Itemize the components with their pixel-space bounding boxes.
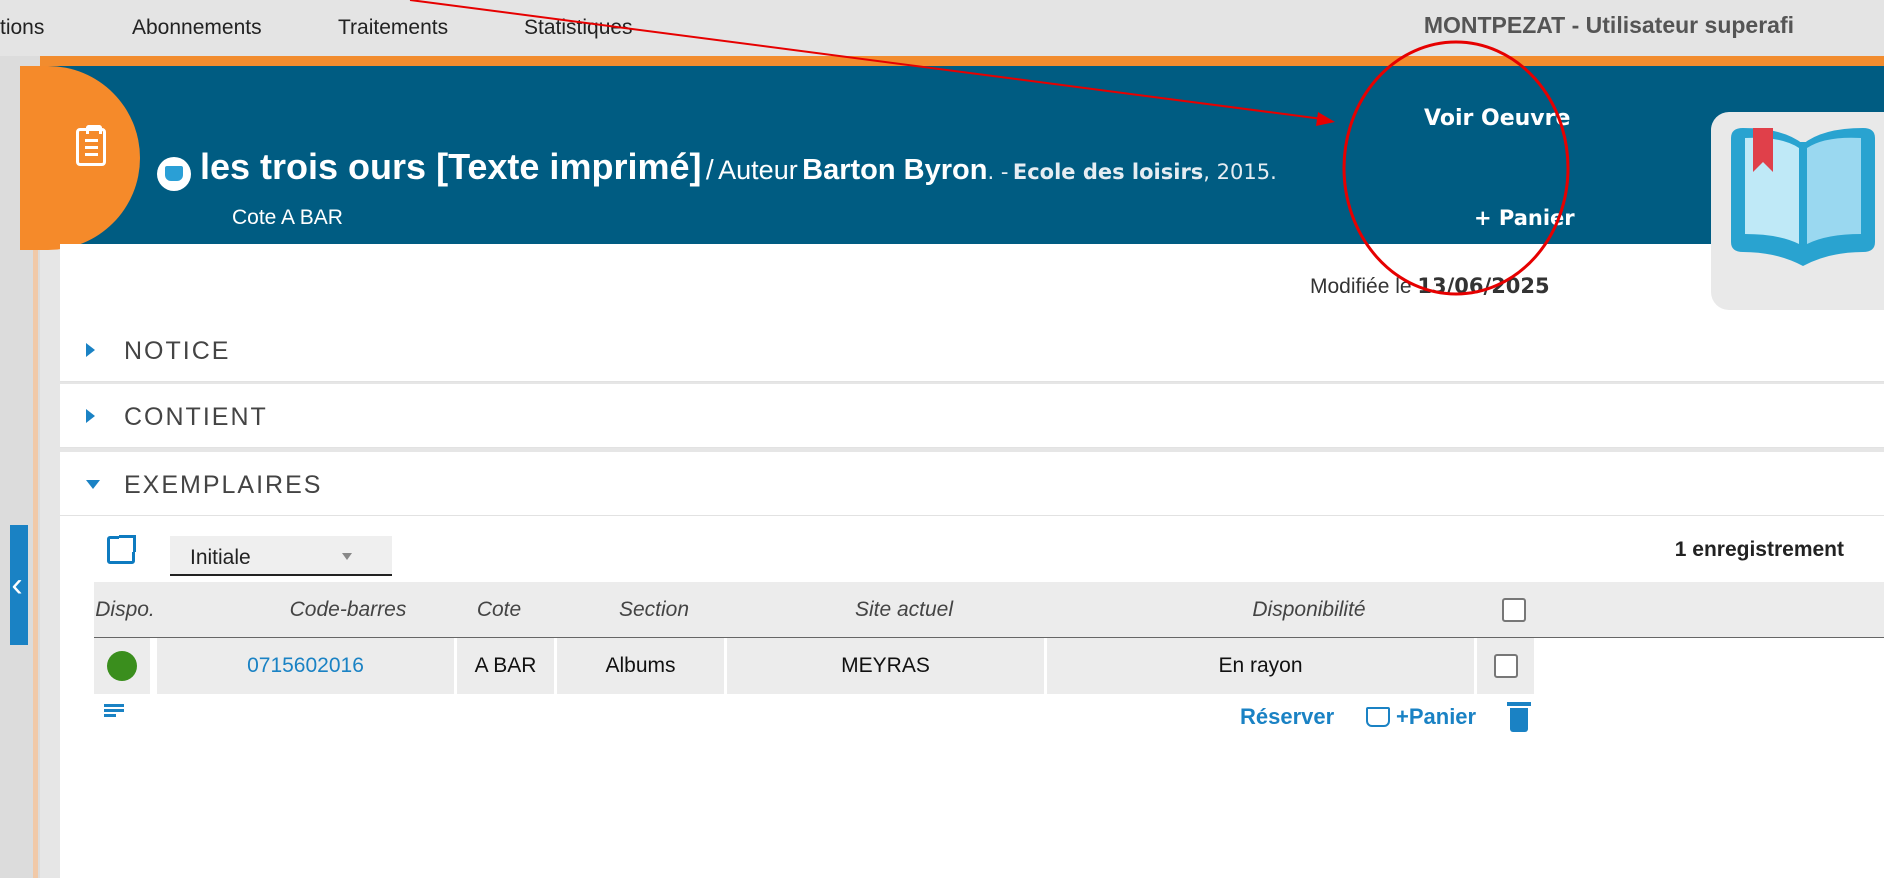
user-label[interactable]: MONTPEZAT - Utilisateur superafi (1424, 12, 1794, 39)
section-label: EXEMPLAIRES (124, 471, 323, 499)
add-to-basket-button[interactable]: +Panier (1366, 704, 1476, 730)
header-accent-line (40, 56, 1884, 66)
add-to-basket-label: +Panier (1396, 704, 1477, 729)
column-header-availability: Disponibilité (1252, 598, 1366, 621)
barcode-cell: 0715602016 (154, 638, 454, 694)
caret-right-icon (86, 409, 95, 423)
row-checkbox-cell (1474, 638, 1534, 694)
table-header: Dispo. Code-barres Cote Section Site act… (94, 582, 1884, 638)
table-row[interactable]: 0715602016 A BAR Albums MEYRAS En rayon (94, 638, 1884, 694)
view-select[interactable]: Initiale (170, 536, 392, 576)
book-type-icon (157, 157, 191, 191)
add-to-basket-link[interactable]: + Panier (1474, 206, 1575, 230)
reserve-button[interactable]: Réserver (1240, 704, 1334, 730)
publisher-prefix: . - (987, 160, 1009, 184)
chevron-down-icon (342, 553, 352, 560)
top-navigation: tions Abonnements Traitements Statistiqu… (0, 0, 1884, 56)
column-header-site: Site actuel (854, 598, 954, 621)
collapse-sidebar-button[interactable]: ‹ (10, 525, 28, 645)
nav-item-partial[interactable]: tions (0, 16, 44, 40)
barcode-link[interactable]: 0715602016 (247, 654, 364, 677)
modified-date-value: 13/06/2025 (1417, 274, 1550, 298)
site-cell: MEYRAS (724, 638, 1044, 694)
record-title-line: les trois ours [Texte imprimé] / Auteur … (200, 146, 1277, 188)
select-all-checkbox[interactable] (1502, 598, 1526, 623)
column-header-cote: Cote (476, 598, 522, 621)
voir-oeuvre-link[interactable]: Voir Oeuvre (1424, 106, 1570, 131)
export-icon[interactable] (107, 535, 136, 564)
record-author[interactable]: Barton Byron (802, 154, 987, 186)
exemplaires-table: Dispo. Code-barres Cote Section Site act… (94, 582, 1884, 694)
document-icon (76, 125, 106, 166)
trash-icon[interactable] (1507, 702, 1531, 732)
modified-date: Modifiée le 13/06/2025 (1310, 274, 1550, 299)
caret-right-icon (86, 343, 95, 357)
section-cell: Albums (554, 638, 724, 694)
modified-label: Modifiée le (1310, 275, 1412, 298)
column-header-section: Section (618, 598, 690, 621)
section-exemplaires[interactable]: EXEMPLAIRES (60, 452, 1884, 516)
basket-add-icon (1366, 707, 1390, 727)
view-select-value: Initiale (190, 546, 251, 569)
section-contient[interactable]: CONTIENT (60, 384, 1884, 448)
row-checkbox[interactable] (1493, 654, 1518, 679)
record-title[interactable]: les trois ours [Texte imprimé] (200, 146, 701, 187)
record-cote: Cote A BAR (232, 206, 343, 229)
section-notice[interactable]: NOTICE (60, 318, 1884, 382)
add-lines-icon[interactable] (104, 704, 128, 718)
dispo-cell (94, 638, 150, 694)
nav-item-statistiques[interactable]: Statistiques (524, 16, 633, 40)
title-separator: / (705, 154, 714, 185)
record-publisher[interactable]: Ecole des loisirs (1013, 160, 1203, 184)
column-header-dispo: Dispo. (95, 598, 155, 621)
nav-item-traitements[interactable]: Traitements (338, 16, 448, 40)
select-all-checkbox-cell (1494, 582, 1534, 638)
section-label: CONTIENT (124, 403, 268, 431)
section-label: NOTICE (124, 337, 231, 365)
cote-cell: A BAR (454, 638, 554, 694)
record-count: 1 enregistrement (1674, 538, 1844, 561)
table-actions: Réserver +Panier (94, 694, 1884, 732)
author-prefix: Auteur (718, 155, 798, 185)
caret-down-icon (86, 480, 100, 489)
nav-item-abonnements[interactable]: Abonnements (132, 16, 262, 40)
record-year: , 2015. (1203, 160, 1277, 184)
available-status-icon (107, 651, 137, 682)
chevron-left-icon: ‹ (11, 566, 23, 604)
book-cover-icon (1703, 102, 1884, 314)
availability-cell: En rayon (1044, 638, 1474, 694)
